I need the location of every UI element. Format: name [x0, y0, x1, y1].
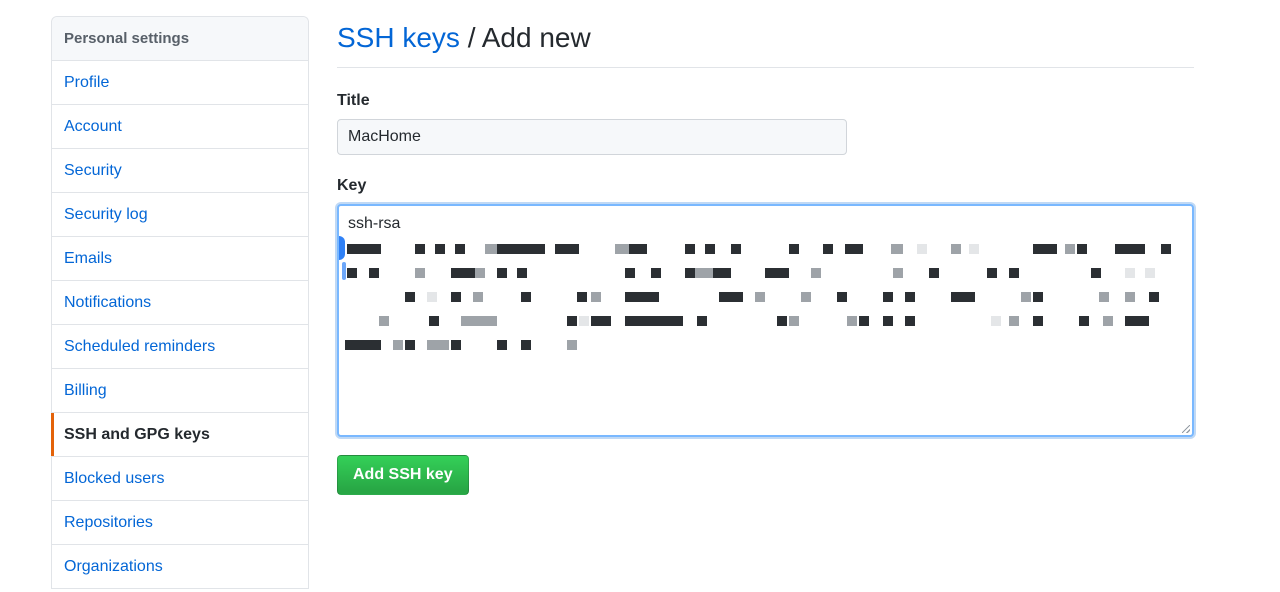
title-field-label: Title — [337, 92, 370, 109]
sidebar-item-blocked-users[interactable]: Blocked users — [52, 457, 308, 501]
resize-grip-icon[interactable] — [1182, 425, 1190, 433]
breadcrumb-ssh-keys-link[interactable]: SSH keys — [337, 22, 460, 53]
sidebar-item-security[interactable]: Security — [52, 149, 308, 193]
main-content: SSH keys / Add new Title Key ssh-rsa — [337, 0, 1194, 495]
key-redaction-pixels — [345, 244, 1171, 350]
add-ssh-key-button[interactable]: Add SSH key — [337, 455, 469, 495]
sidebar-item-scheduled-reminders[interactable]: Scheduled reminders — [52, 325, 308, 369]
title-input[interactable] — [337, 119, 847, 155]
sidebar-item-billing[interactable]: Billing — [52, 369, 308, 413]
sidebar-item-repositories[interactable]: Repositories — [52, 501, 308, 545]
settings-sidebar: Personal settings Profile Account Securi… — [51, 16, 309, 589]
sidebar-item-emails[interactable]: Emails — [52, 237, 308, 281]
sidebar-item-ssh-gpg-keys[interactable]: SSH and GPG keys — [51, 413, 308, 457]
text-cursor-handle-icon[interactable] — [339, 236, 345, 260]
sidebar-item-profile[interactable]: Profile — [52, 61, 308, 105]
key-textarea[interactable]: ssh-rsa — [337, 204, 1194, 437]
sidebar-item-notifications[interactable]: Notifications — [52, 281, 308, 325]
sidebar-item-security-log[interactable]: Security log — [52, 193, 308, 237]
breadcrumb-separator: / — [459, 22, 482, 53]
sidebar-item-organizations[interactable]: Organizations — [52, 545, 308, 589]
key-field-label: Key — [337, 177, 367, 194]
page-title: SSH keys / Add new — [337, 0, 1194, 68]
text-cursor-handle-icon[interactable] — [342, 262, 346, 280]
breadcrumb-current: Add new — [481, 22, 591, 53]
sidebar-item-account[interactable]: Account — [52, 105, 308, 149]
sidebar-header: Personal settings — [52, 17, 308, 61]
